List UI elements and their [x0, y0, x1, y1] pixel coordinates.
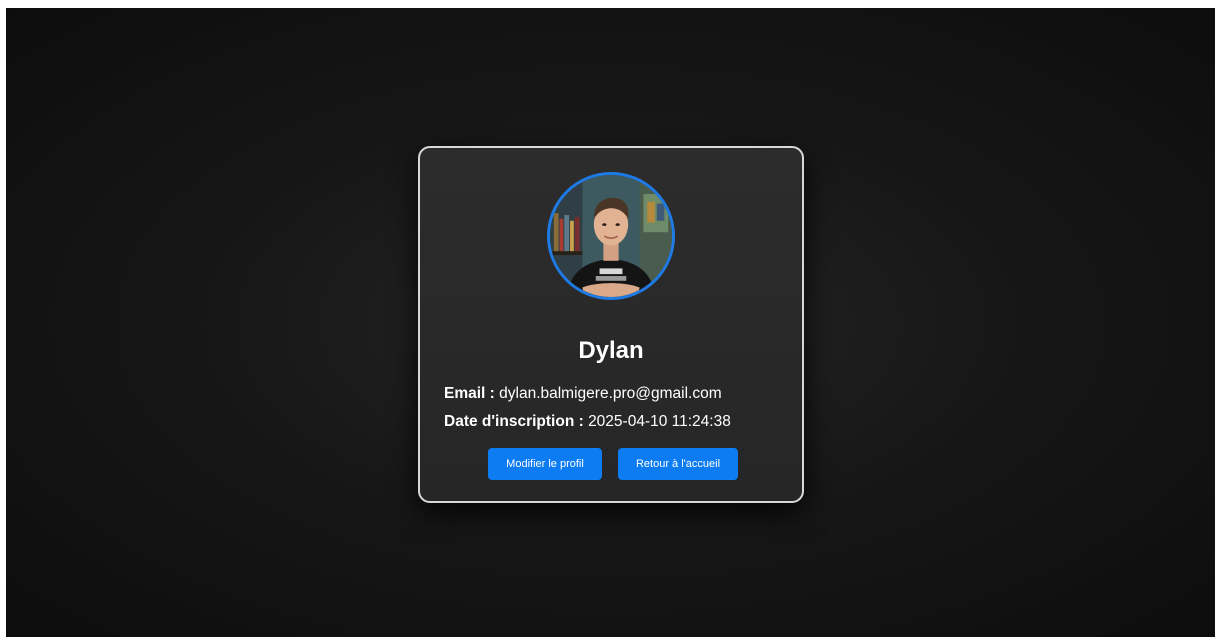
signup-date-row: Date d'inscription : 2025-04-10 11:24:38 [444, 412, 792, 432]
signup-date-label: Date d'inscription : [444, 413, 584, 430]
edit-profile-button[interactable]: Modifier le profil [488, 448, 602, 480]
back-home-button[interactable]: Retour à l'accueil [618, 448, 738, 480]
email-label: Email : [444, 385, 495, 402]
signup-date-value: 2025-04-10 11:24:38 [588, 413, 731, 430]
profile-photo-icon [550, 175, 672, 297]
page-background: Dylan Email : dylan.balmigere.pro@gmail.… [6, 8, 1215, 637]
avatar [547, 172, 675, 300]
profile-name: Dylan [578, 337, 644, 364]
email-row: Email : dylan.balmigere.pro@gmail.com [444, 384, 792, 404]
profile-card: Dylan Email : dylan.balmigere.pro@gmail.… [418, 146, 804, 503]
email-value: dylan.balmigere.pro@gmail.com [499, 385, 722, 402]
